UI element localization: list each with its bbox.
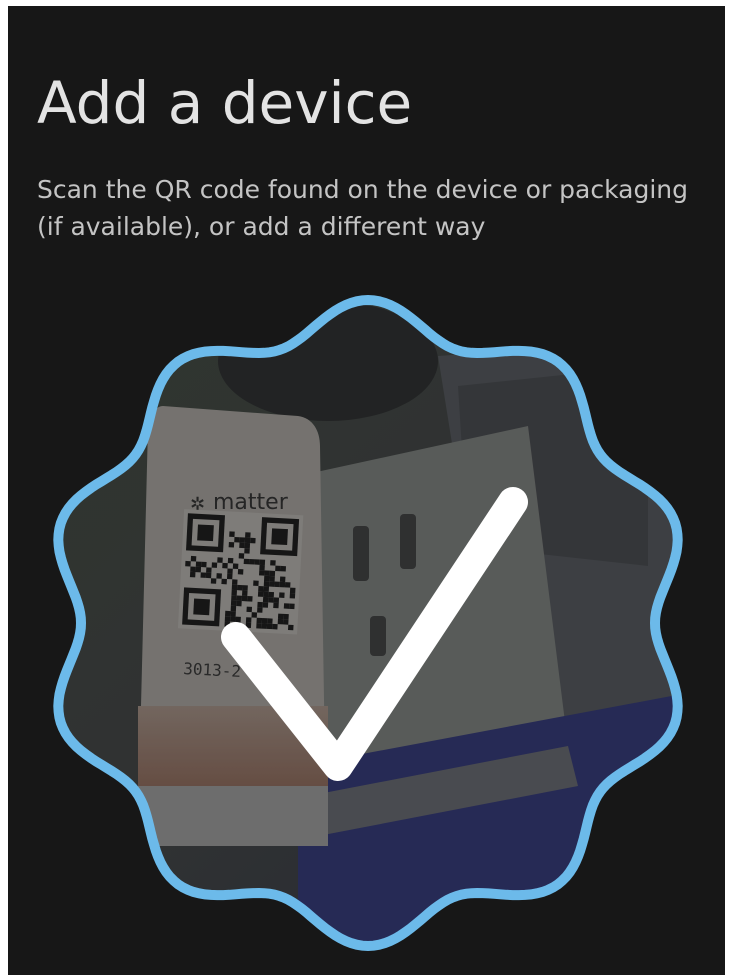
camera-feed: ✲ matter 3013-2 [58, 300, 678, 946]
add-device-screen: Add a device Scan the QR code found on t… [8, 6, 725, 975]
camera-scanner-viewfinder: ✲ matter 3013-2 [53, 294, 683, 952]
